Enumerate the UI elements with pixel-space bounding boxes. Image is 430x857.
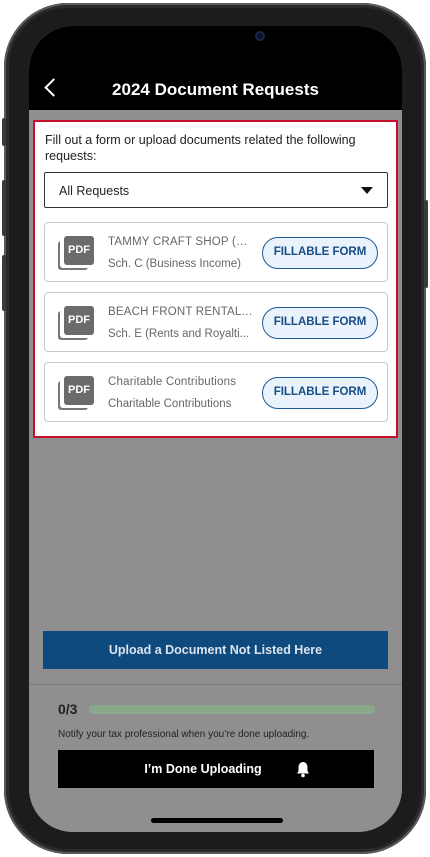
notify-text: Notify your tax professional when you’re… bbox=[58, 729, 310, 740]
request-title: Charitable Contributions bbox=[108, 376, 237, 388]
pdf-icon: PDF bbox=[58, 306, 94, 340]
requests-panel: Fill out a form or upload documents rela… bbox=[33, 120, 398, 438]
fillable-form-button[interactable]: FILLABLE FORM bbox=[262, 307, 378, 339]
pdf-icon-label: PDF bbox=[64, 236, 94, 265]
request-card: PDF Charitable Contributions Charitable … bbox=[44, 362, 388, 422]
chevron-down-icon bbox=[361, 187, 373, 194]
pdf-icon: PDF bbox=[58, 376, 94, 410]
pdf-icon: PDF bbox=[58, 236, 94, 270]
page-title: 2024 Document Requests bbox=[112, 80, 319, 99]
phone-volume-up bbox=[2, 180, 6, 236]
request-schedule: Charitable Contributions bbox=[108, 398, 232, 410]
bell-icon bbox=[297, 762, 309, 778]
filter-selected-value: All Requests bbox=[59, 184, 130, 198]
progress-bar bbox=[89, 705, 375, 714]
fillable-form-button[interactable]: FILLABLE FORM bbox=[262, 237, 378, 269]
request-schedule: Sch. C (Business Income) bbox=[108, 258, 241, 270]
pdf-icon-label: PDF bbox=[64, 306, 94, 335]
requests-filter-select[interactable]: All Requests bbox=[44, 172, 388, 208]
intro-text: Fill out a form or upload documents rela… bbox=[45, 133, 356, 163]
phone-notch bbox=[160, 26, 346, 56]
upload-document-button[interactable]: Upload a Document Not Listed Here bbox=[43, 631, 388, 669]
divider bbox=[29, 684, 402, 685]
front-camera bbox=[255, 31, 265, 41]
fillable-form-button[interactable]: FILLABLE FORM bbox=[262, 377, 378, 409]
request-schedule: Sch. E (Rents and Royalti... bbox=[108, 328, 250, 340]
phone-power-button bbox=[424, 200, 428, 288]
done-uploading-button[interactable]: I’m Done Uploading bbox=[58, 750, 374, 788]
request-card: PDF BEACH FRONT RENTAL (J... Sch. E (Ren… bbox=[44, 292, 388, 352]
request-title: BEACH FRONT RENTAL (J... bbox=[108, 306, 253, 318]
request-card: PDF TAMMY CRAFT SHOP (Ta... Sch. C (Busi… bbox=[44, 222, 388, 282]
app-screen: 2024 Document Requests Fill out a form o… bbox=[29, 26, 402, 832]
done-uploading-label: I’m Done Uploading bbox=[144, 762, 262, 776]
pdf-icon-label: PDF bbox=[64, 376, 94, 405]
content-area: Fill out a form or upload documents rela… bbox=[29, 110, 402, 832]
progress-count: 0/3 bbox=[58, 701, 78, 717]
home-indicator bbox=[151, 818, 283, 823]
phone-silent-switch bbox=[2, 118, 6, 146]
request-title: TAMMY CRAFT SHOP (Ta... bbox=[108, 236, 253, 248]
phone-volume-down bbox=[2, 255, 6, 311]
